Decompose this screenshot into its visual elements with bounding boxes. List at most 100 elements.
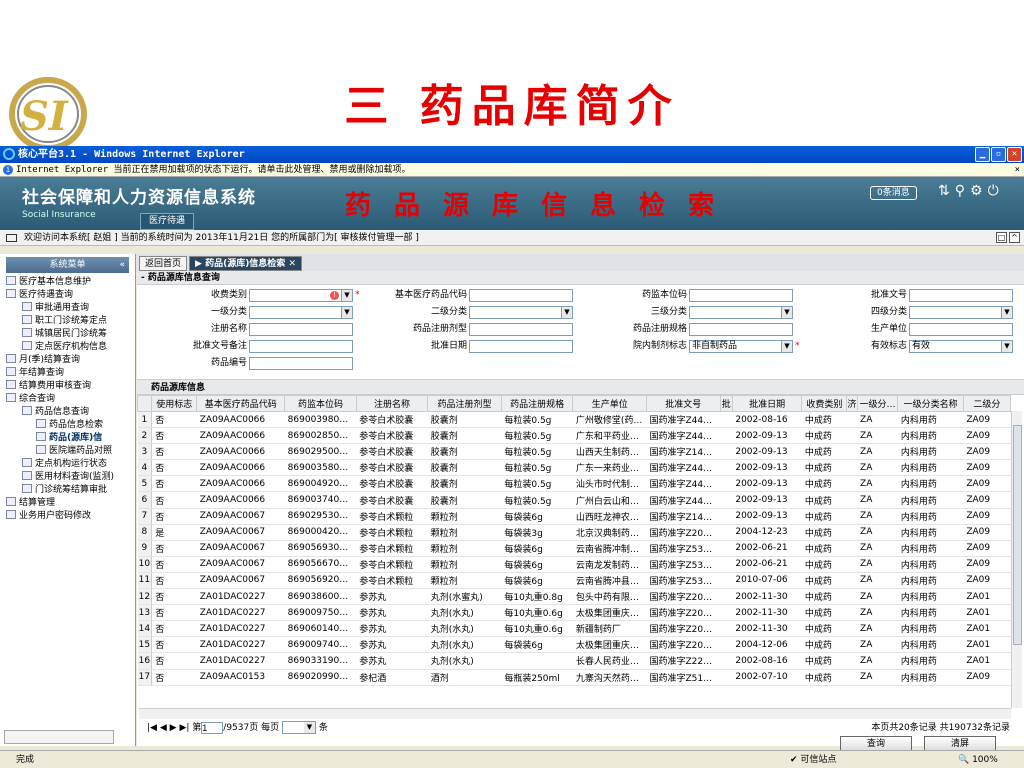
key-icon[interactable]: ⚲ xyxy=(955,183,970,199)
tab-home[interactable]: 返回首页 xyxy=(139,256,188,271)
sidebar-item[interactable]: 医院端药品对照 xyxy=(6,445,135,458)
column-header[interactable]: 一级分… xyxy=(856,395,899,412)
sidebar-item[interactable]: 药品信息检索 xyxy=(6,419,135,432)
table-row[interactable]: 5 否 ZA09AAC0066 869004920… 参苓白术胶囊 胶囊剂 每粒装0.5g 汕… xyxy=(137,475,1011,493)
column-header[interactable]: 基本医疗药品代码 xyxy=(196,395,286,412)
sidebar-item[interactable]: 医疗基本信息维护 xyxy=(6,276,135,289)
message-badge[interactable]: 0条消息 xyxy=(870,186,917,200)
fee-type-select[interactable]: ! ▼ xyxy=(249,289,353,302)
first-page-icon[interactable]: |◀ xyxy=(147,723,157,733)
table-row[interactable]: 17 否 ZA09AAC0153 869020990… 参杞酒 酒剂 每瓶装250ml 九寨沟… xyxy=(137,669,1011,686)
cat4-select[interactable]: ▼ xyxy=(909,306,1013,319)
vscroll-thumb[interactable] xyxy=(1013,425,1022,645)
drug-no-input[interactable] xyxy=(249,357,353,370)
sidebar-item[interactable]: 综合查询 xyxy=(6,393,135,406)
column-header[interactable]: 一级分类名称 xyxy=(897,395,964,412)
hospital-flag-select[interactable]: 非自制药品 ▼ xyxy=(689,340,793,353)
sidebar-item[interactable]: 年结算查询 xyxy=(6,367,135,380)
sidebar-item[interactable]: 审批通用查询 xyxy=(6,302,135,315)
tab-drug-search[interactable]: ▶ 药品(源库)信息检索 ✕ xyxy=(189,256,302,271)
ie-infobar[interactable]: i Internet Explorer 当前正在禁用加载项的状态下运行。请单击此… xyxy=(0,163,1024,177)
spec-input[interactable] xyxy=(689,323,793,336)
cat1-select[interactable]: ▼ xyxy=(249,306,353,319)
table-row[interactable]: 1 否 ZA09AAC0066 869003980… 参苓白术胶囊 胶囊剂 每粒装0.5g 广… xyxy=(137,411,1011,429)
table-cell: ZA09 xyxy=(963,669,1011,686)
table-row[interactable]: 4 否 ZA09AAC0066 869003580… 参苓白术胶囊 胶囊剂 每粒装0.5g 广… xyxy=(137,459,1011,477)
table-row[interactable]: 6 否 ZA09AAC0066 869003740… 参苓白术胶囊 胶囊剂 每粒装0.5g 广… xyxy=(137,491,1011,509)
column-header[interactable]: 药监本位码 xyxy=(284,395,357,412)
module-tab[interactable]: 医疗待遇 xyxy=(140,213,195,230)
gear-icon[interactable]: ⚙ xyxy=(970,183,988,199)
table-cell: 否 xyxy=(151,636,197,654)
std-code-input[interactable] xyxy=(689,289,793,302)
sidebar-item[interactable]: 城镇居民门诊统筹 xyxy=(6,328,135,341)
sidebar-item[interactable]: 药品信息查询 xyxy=(6,406,135,419)
prev-page-icon[interactable]: ◀ xyxy=(160,723,167,733)
table-hscrollbar[interactable] xyxy=(139,708,1011,719)
zoom-level[interactable]: 🔍 100% xyxy=(958,751,998,768)
power-icon[interactable]: ⏻ xyxy=(988,183,1004,199)
table-row[interactable]: 14 否 ZA01DAC0227 869060140… 参苏丸 丸剂(水丸) 每10丸重0.… xyxy=(137,620,1011,638)
column-header[interactable]: 批准文号 xyxy=(646,395,721,412)
column-header[interactable]: 二级分 xyxy=(962,395,1012,412)
next-page-icon[interactable]: ▶ xyxy=(170,723,177,733)
row-number: 17 xyxy=(137,669,153,686)
table-vscrollbar[interactable] xyxy=(1011,411,1022,708)
table-row[interactable]: 2 否 ZA09AAC0066 869002850… 参苓白术胶囊 胶囊剂 每粒装0.5g 广… xyxy=(137,427,1011,445)
table-row[interactable]: 9 否 ZA09AAC0067 869056930… 参苓白术颗粒 颗粒剂 每袋装6g 云南省… xyxy=(137,540,1011,557)
column-header[interactable]: 批 xyxy=(719,395,733,412)
sidebar-item[interactable]: 药品(源库)信 xyxy=(6,432,135,445)
sidebar-item[interactable]: 医用材料查询(监测) xyxy=(6,471,135,484)
last-page-icon[interactable]: ▶| xyxy=(179,723,189,733)
table-row[interactable]: 12 否 ZA01DAC0227 869038600… 参苏丸 丸剂(水蜜丸) 每10丸重0… xyxy=(137,588,1011,606)
sidebar-item[interactable]: 业务用户密码修改 xyxy=(6,510,135,523)
minimize-button[interactable]: ▁ xyxy=(975,147,990,162)
table-row[interactable]: 11 否 ZA09AAC0067 869056920… 参苓白术颗粒 颗粒剂 每袋装6g 云南… xyxy=(137,572,1011,590)
table-row[interactable]: 8 是 ZA09AAC0067 869000420… 参苓白术颗粒 颗粒剂 每袋装3g 北京汉… xyxy=(137,524,1011,541)
close-window-button[interactable]: ✕ xyxy=(1007,147,1022,162)
approval-no-input[interactable] xyxy=(909,289,1013,302)
approval-note-input[interactable] xyxy=(249,340,353,353)
sidebar-item[interactable]: 医疗待遇查询 xyxy=(6,289,135,302)
sidebar-item[interactable]: 结算费用审核查询 xyxy=(6,380,135,393)
maximize-button[interactable]: ▫ xyxy=(991,147,1006,162)
sidebar-item[interactable]: 定点机构运行状态 xyxy=(6,458,135,471)
tools-icon[interactable]: ⇅ xyxy=(938,183,955,199)
table-row[interactable]: 10 否 ZA09AAC0067 869056670… 参苓白术颗粒 颗粒剂 每袋装6g 云南… xyxy=(137,556,1011,573)
column-header[interactable]: 注册名称 xyxy=(355,395,429,412)
cat2-select[interactable]: ▼ xyxy=(469,306,573,319)
page-size-select[interactable]: ▼ xyxy=(281,721,316,734)
table-cell: 每粒装0.5g xyxy=(501,427,573,445)
collapse-icon[interactable]: ^ xyxy=(1009,232,1020,243)
sidebar-item[interactable]: 门诊统筹结算审批 xyxy=(6,484,135,497)
column-header[interactable]: 生产单位 xyxy=(572,395,647,412)
table-row[interactable]: 13 否 ZA01DAC0227 869009750… 参苏丸 丸剂(水丸) 每10丸重0.… xyxy=(137,604,1011,622)
table-row[interactable]: 3 否 ZA09AAC0066 869029500… 参苓白术胶囊 胶囊剂 每粒装0.5g 山… xyxy=(137,443,1011,461)
collapse-sidebar-icon[interactable]: « xyxy=(119,257,125,273)
column-header[interactable]: 济 xyxy=(846,395,858,412)
column-header[interactable]: 药品注册剂型 xyxy=(427,395,502,412)
column-header[interactable]: 使用标志 xyxy=(151,395,198,412)
code-input[interactable] xyxy=(469,289,573,302)
valid-flag-select[interactable]: 有效 ▼ xyxy=(909,340,1013,353)
column-header[interactable]: 批准日期 xyxy=(731,395,803,412)
infobar-close-button[interactable]: × xyxy=(1015,163,1020,177)
table-row[interactable]: 7 否 ZA09AAC0067 869029530… 参苓白术颗粒 颗粒剂 每袋装6g 山西旺… xyxy=(137,508,1011,525)
page-input[interactable] xyxy=(201,721,224,734)
table-row[interactable]: 16 否 ZA01DAC0227 869033190… 参苏丸 丸剂(水丸) 长春人民药业…… xyxy=(137,652,1011,670)
approval-date-input[interactable] xyxy=(469,340,573,353)
sidebar-item[interactable]: 职工门诊统筹定点 xyxy=(6,315,135,328)
dosage-input[interactable] xyxy=(469,323,573,336)
cat3-select[interactable]: ▼ xyxy=(689,306,793,319)
manufacturer-input[interactable] xyxy=(909,323,1013,336)
sidebar-item[interactable]: 结算管理 xyxy=(6,497,135,510)
sidebar-item[interactable]: 定点医疗机构信息 xyxy=(6,341,135,354)
column-header[interactable]: 药品注册规格 xyxy=(500,395,574,412)
table-row[interactable]: 15 否 ZA01DAC0227 869009740… 参苏丸 丸剂(水丸) 每袋装6g 太极… xyxy=(137,636,1011,654)
reg-name-input[interactable] xyxy=(249,323,353,336)
table-cell: 2002-11-30 xyxy=(732,604,802,622)
restore-icon[interactable]: □ xyxy=(996,232,1007,243)
sidebar-hscrollbar[interactable] xyxy=(4,730,114,744)
column-header[interactable]: 收费类别 xyxy=(801,395,848,412)
sidebar-item[interactable]: 月(季)结算查询 xyxy=(6,354,135,367)
